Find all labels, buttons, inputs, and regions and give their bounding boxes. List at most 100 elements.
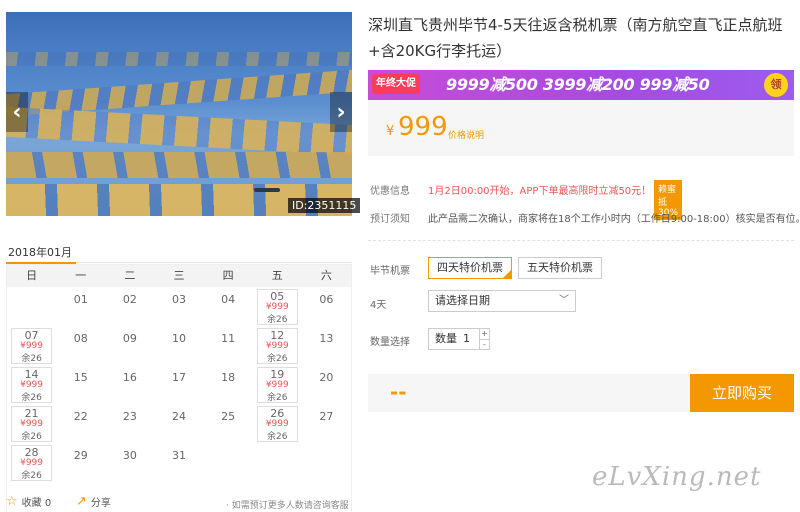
calendar-day-available[interactable]: 14 ¥999 余26: [7, 365, 56, 404]
calendar-day-available[interactable]: 19 ¥999 余26: [253, 365, 302, 404]
calendar-day: [253, 443, 302, 482]
day-price: ¥999: [265, 302, 289, 312]
day-number: 04: [221, 293, 236, 306]
calendar-day: 20: [302, 365, 351, 404]
calendar-day-available[interactable]: 07 ¥999 余26: [7, 326, 56, 365]
image-id-label: ID:2351115: [288, 198, 361, 213]
calendar-day: 09: [105, 326, 154, 365]
weekday-label: 四: [222, 269, 234, 282]
day-number: 06: [319, 293, 334, 306]
chevron-right-icon: ›: [336, 99, 346, 125]
offer-text: 1月2日00:00开始，APP下单最高限时立减50元！: [428, 186, 652, 197]
total-price: --: [390, 380, 407, 404]
calendar-day: [302, 443, 351, 482]
day-number: 23: [122, 410, 137, 423]
day-number: 29: [73, 449, 88, 462]
increment-button[interactable]: +: [480, 329, 489, 339]
calendar-day: [7, 287, 56, 326]
calendar-day-available[interactable]: 21 ¥999 余26: [7, 404, 56, 443]
calendar-day: 13: [302, 326, 351, 365]
favorite-button[interactable]: ☆ 收藏 0: [6, 494, 51, 509]
notice-text: 此产品需二次确认，商家将在18个工作小时内（工作日9:00-18:00）核实是否…: [428, 214, 800, 225]
notice-label: 预订须知: [370, 214, 410, 225]
day-number: 09: [122, 332, 137, 345]
calendar-day: 31: [154, 443, 203, 482]
share-icon: ↗: [76, 494, 87, 509]
prev-image-button[interactable]: ‹: [6, 92, 28, 132]
calendar-day: 29: [56, 443, 105, 482]
day-price: ¥999: [20, 458, 44, 468]
image-detail: [254, 188, 280, 192]
calendar-day: 04: [204, 287, 253, 326]
calendar-day: 17: [154, 365, 203, 404]
next-image-button[interactable]: ›: [330, 92, 352, 132]
calendar-day: [204, 443, 253, 482]
claim-coupon-icon[interactable]: 领: [764, 73, 788, 97]
calendar-day: 11: [204, 326, 253, 365]
day-remaining: 余26: [21, 471, 42, 481]
day-number: 15: [73, 371, 88, 384]
day-remaining: 余26: [21, 432, 42, 442]
calendar-day: 01: [56, 287, 105, 326]
day-price: ¥999: [265, 341, 289, 351]
divider: [368, 240, 794, 241]
quantity-value[interactable]: 1: [463, 329, 470, 349]
share-button[interactable]: ↗ 分享: [76, 494, 111, 509]
offer-info: 优惠信息 1月2日00:00开始，APP下单最高限时立减50元！ 赖蜜抵30%: [370, 180, 682, 220]
weekday-label: 二: [124, 269, 136, 282]
day-number: 24: [171, 410, 186, 423]
day-number: 08: [73, 332, 88, 345]
promo-banner[interactable]: 年终大促 9999减500 3999减200 999减50 领: [368, 70, 794, 100]
day-number: 11: [221, 332, 236, 345]
day-price: ¥999: [265, 380, 289, 390]
ticket-label: 毕节机票: [370, 266, 410, 277]
quantity-stepper[interactable]: 数量 1 + -: [428, 328, 490, 350]
calendar-day: 15: [56, 365, 105, 404]
calendar-day: 24: [154, 404, 203, 443]
weekday-label: 三: [173, 269, 185, 282]
day-number: 22: [73, 410, 88, 423]
weekday-label: 一: [75, 269, 87, 282]
calendar-day: 02: [105, 287, 154, 326]
day-number: 25: [221, 410, 236, 423]
calendar-month[interactable]: 2018年01月: [8, 244, 72, 260]
chevron-down-icon: ﹀: [559, 295, 569, 306]
price-panel: ¥ 999 价格说明: [368, 100, 794, 156]
calendar-week-row: 21 ¥999 余26 22 23 24 25 26 ¥999 余26 27: [7, 404, 351, 443]
calendar-day-available[interactable]: 12 ¥999 余26: [253, 326, 302, 365]
buy-now-button[interactable]: 立即购买: [690, 374, 794, 412]
promo-tag: 年终大促: [372, 74, 420, 94]
favorite-label: 收藏 0: [21, 498, 52, 509]
day-number: 03: [171, 293, 186, 306]
calendar-week-row: 28 ¥999 余26 29 30 31: [7, 443, 351, 482]
day-price: ¥999: [20, 341, 44, 351]
day-remaining: 余26: [21, 354, 42, 364]
day-remaining: 余26: [267, 354, 288, 364]
ticket-option-4day[interactable]: 四天特价机票: [428, 257, 512, 279]
calendar-day: 08: [56, 326, 105, 365]
day-number: 17: [171, 371, 186, 384]
calendar-day: 22: [56, 404, 105, 443]
quantity-label: 数量选择: [370, 337, 410, 348]
day-price: ¥999: [265, 419, 289, 429]
day-remaining: 余26: [21, 393, 42, 403]
price-amount: 999: [398, 112, 448, 142]
day-number: 31: [171, 449, 186, 462]
weekday-label: 五: [271, 269, 283, 282]
day-number: 16: [122, 371, 137, 384]
calendar-day-available[interactable]: 28 ¥999 余26: [7, 443, 56, 482]
calendar-day: 30: [105, 443, 154, 482]
day-remaining: 余26: [267, 432, 288, 442]
day-number: 13: [319, 332, 334, 345]
calendar-day-available[interactable]: 05 ¥999 余26: [253, 287, 302, 326]
contact-tip[interactable]: · 如需预订更多人数请咨询客服: [226, 498, 349, 511]
calendar-day: 27: [302, 404, 351, 443]
price-note-link[interactable]: 价格说明: [448, 128, 484, 141]
calendar-day: 06: [302, 287, 351, 326]
day-number: 01: [73, 293, 88, 306]
date-select[interactable]: 请选择日期 ﹀: [428, 290, 576, 312]
calendar-day-available[interactable]: 26 ¥999 余26: [253, 404, 302, 443]
decrement-button[interactable]: -: [480, 339, 489, 349]
ticket-option-5day[interactable]: 五天特价机票: [518, 257, 602, 279]
calendar-body: 01 02 03 04 05 ¥999 余26 06 07 ¥999 余26 08 09 10 11 12 ¥9…: [7, 287, 351, 482]
